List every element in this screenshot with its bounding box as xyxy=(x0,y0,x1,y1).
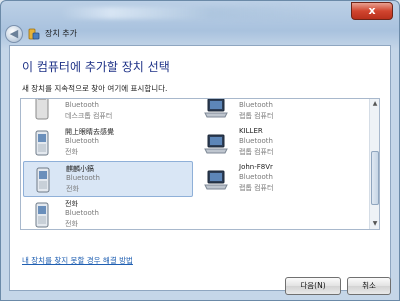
device-type: Bluetooth xyxy=(66,174,100,182)
device-item[interactable]: 開上眼睛去感覺 Bluetooth 전화 xyxy=(23,125,193,161)
scroll-thumb[interactable] xyxy=(371,151,379,205)
phone-icon xyxy=(36,167,50,193)
phone-icon xyxy=(35,202,49,228)
nav-title: 장치 추가 xyxy=(45,29,77,38)
help-link[interactable]: 내 장치를 찾지 못할 경우 해결 방법 xyxy=(22,255,133,266)
device-type: Bluetooth xyxy=(239,173,273,181)
device-item[interactable]: John-F8Vr Bluetooth 랩톱 컴퓨터 xyxy=(197,161,367,197)
back-arrow-icon: ◀ xyxy=(9,27,19,40)
bluetooth-device-icon xyxy=(28,28,40,40)
device-type: Bluetooth xyxy=(239,101,273,109)
laptop-icon xyxy=(204,134,228,154)
back-button[interactable]: ◀ xyxy=(5,25,23,43)
device-name: 麒麟小鎬 xyxy=(66,165,94,173)
list-scrollbar[interactable]: ▲ ▼ xyxy=(369,99,379,229)
page-heading: 이 컴퓨터에 추가할 장치 선택 xyxy=(22,60,170,74)
device-item-selected[interactable]: 麒麟小鎬 Bluetooth 전화 xyxy=(23,161,193,197)
blurred-title-area xyxy=(61,7,311,19)
scroll-up-arrow-icon[interactable]: ▲ xyxy=(370,99,379,109)
device-category: 랩톱 컴퓨터 xyxy=(239,112,274,120)
device-type: Bluetooth xyxy=(65,209,99,217)
device-name: 전화 xyxy=(65,200,78,208)
device-category: 랩톱 컴퓨터 xyxy=(239,148,274,156)
content-panel: 이 컴퓨터에 추가할 장치 선택 새 장치를 지속적으로 찾아 여기에 표시합니… xyxy=(9,45,391,291)
close-button[interactable]: x xyxy=(351,2,393,20)
device-category: 전화 xyxy=(65,220,78,228)
device-type: Bluetooth xyxy=(239,137,273,145)
phone-icon xyxy=(35,130,49,156)
device-category: 랩톱 컴퓨터 xyxy=(239,184,274,192)
page-subheading: 새 장치를 지속적으로 찾아 여기에 표시합니다. xyxy=(22,84,168,93)
add-device-window: x ◀ 장치 추가 이 컴퓨터에 추가할 장치 선택 새 장치를 지속적으로 찾… xyxy=(0,0,400,301)
device-category: 전화 xyxy=(66,185,79,193)
cancel-button[interactable]: 취소 xyxy=(347,277,391,295)
navigation-bar: ◀ 장치 추가 xyxy=(1,23,399,45)
device-category: 데스크톱 컴퓨터 xyxy=(65,112,113,120)
device-category: 전화 xyxy=(65,148,78,156)
device-item[interactable]: Bluetooth 데스크톱 컴퓨터 xyxy=(23,99,193,125)
laptop-icon xyxy=(204,170,228,190)
device-item[interactable]: 전화 Bluetooth 전화 xyxy=(23,197,193,229)
device-item[interactable]: KILLER Bluetooth 랩톱 컴퓨터 xyxy=(197,125,367,161)
device-type: Bluetooth xyxy=(65,101,99,109)
device-name: KILLER xyxy=(239,127,263,135)
device-name: 開上眼睛去感覺 xyxy=(65,128,114,136)
device-list[interactable]: Bluetooth 데스크톱 컴퓨터 Bluetooth 랩톱 컴퓨터 開上眼睛… xyxy=(20,98,380,230)
device-name: John-F8Vr xyxy=(239,163,273,171)
desktop-icon xyxy=(35,99,49,120)
scroll-down-arrow-icon[interactable]: ▼ xyxy=(370,219,379,229)
next-button[interactable]: 다음(N) xyxy=(285,277,341,295)
device-item[interactable]: Bluetooth 랩톱 컴퓨터 xyxy=(197,99,367,125)
laptop-icon xyxy=(204,99,228,118)
device-type: Bluetooth xyxy=(65,137,99,145)
